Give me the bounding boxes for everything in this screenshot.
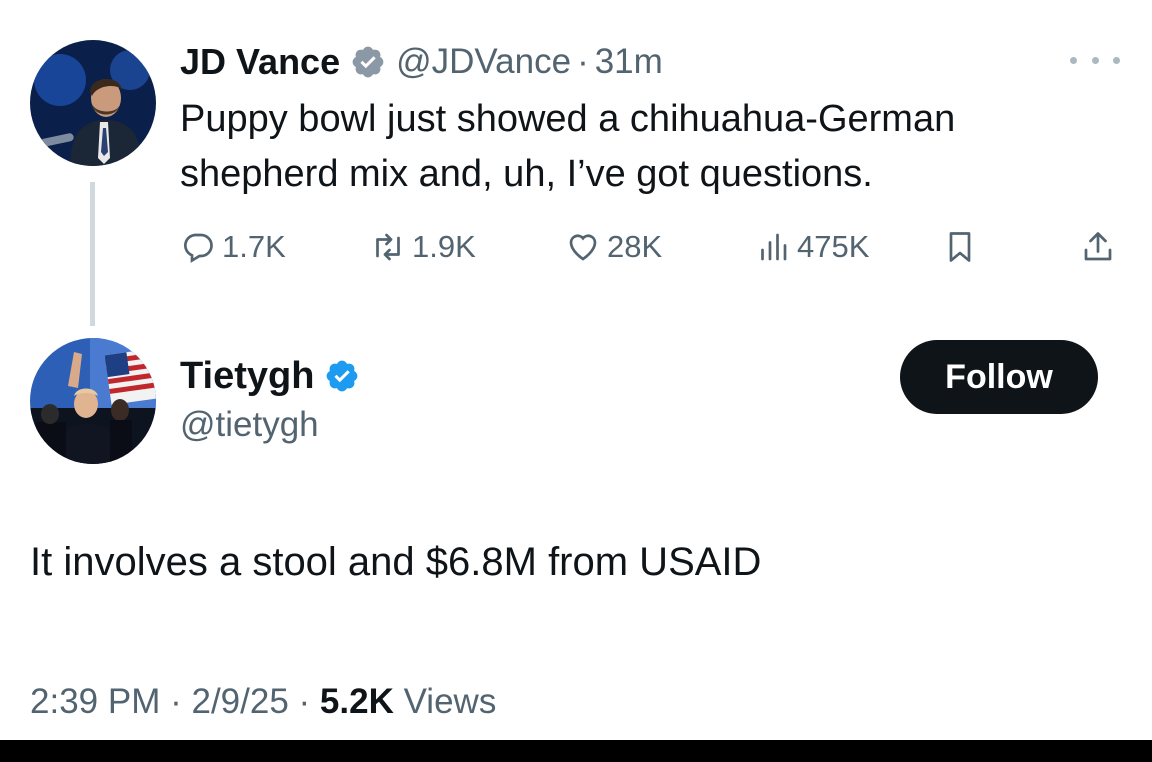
thread-connector-line: [90, 182, 95, 326]
separator-dot: ·: [298, 682, 311, 721]
follow-button[interactable]: Follow: [900, 340, 1098, 414]
like-button[interactable]: 28K: [565, 222, 662, 272]
more-horizontal-icon[interactable]: [1070, 50, 1120, 70]
views-count-total: 5.2K: [319, 682, 394, 721]
retweet-button[interactable]: 1.9K: [370, 222, 476, 272]
reply-button[interactable]: 1.7K: [180, 222, 286, 272]
author-avatar[interactable]: [30, 40, 156, 166]
tweet-text-line: Puppy bowl just showed a chihuahua-Germa…: [180, 98, 956, 140]
verified-badge-icon: [327, 360, 358, 392]
tweet-text: Puppy bowl just showed a chihuahua-Germa…: [180, 92, 1120, 202]
bar-chart-icon: [761, 233, 787, 261]
verified-badge-icon: [352, 46, 384, 78]
author-header: JD Vance @JDVance · 31m: [180, 38, 663, 86]
views-count: 475K: [797, 229, 870, 264]
tweet-timestamp[interactable]: 2:39 PM: [30, 682, 160, 721]
retweet-icon: [376, 233, 400, 261]
bottom-black-bar: [0, 740, 1152, 762]
bookmark-icon: [949, 232, 971, 262]
reply-icon: [183, 233, 213, 263]
share-icon: [1084, 232, 1112, 261]
author-handle[interactable]: @JDVance: [396, 42, 571, 82]
separator-dot: ·: [170, 682, 182, 721]
reply-author-header: Tietygh: [180, 350, 370, 402]
reply-author-avatar[interactable]: [30, 338, 156, 464]
like-count: 28K: [607, 229, 663, 264]
views-label: Views: [403, 682, 497, 721]
reply-tweet-text: It involves a stool and $6.8M from USAID: [30, 540, 762, 584]
tweet-text-line: shepherd mix and, uh, I’ve got questions…: [180, 153, 873, 195]
reply-count: 1.7K: [222, 229, 286, 264]
retweet-count: 1.9K: [412, 229, 476, 264]
reply-author-handle[interactable]: @tietygh: [180, 405, 319, 445]
tweet-metadata: 2:39 PM · 2/9/25 · 5.2K Views: [30, 682, 496, 722]
heart-icon: [569, 234, 597, 261]
tweet-time[interactable]: 31m: [595, 42, 663, 82]
tweet-screenshot: JD Vance @JDVance · 31m Puppy bowl just …: [0, 0, 1152, 740]
reply-author-name[interactable]: Tietygh: [180, 355, 314, 398]
bookmark-button[interactable]: [942, 222, 984, 272]
tweet-date[interactable]: 2/9/25: [191, 682, 288, 721]
separator-dot: ·: [577, 42, 589, 81]
tweet-actions: 1.7K 1.9K 28K 475K: [180, 222, 1120, 272]
share-button[interactable]: [1080, 222, 1122, 272]
views-button[interactable]: 475K: [755, 222, 869, 272]
author-name[interactable]: JD Vance: [180, 41, 340, 83]
